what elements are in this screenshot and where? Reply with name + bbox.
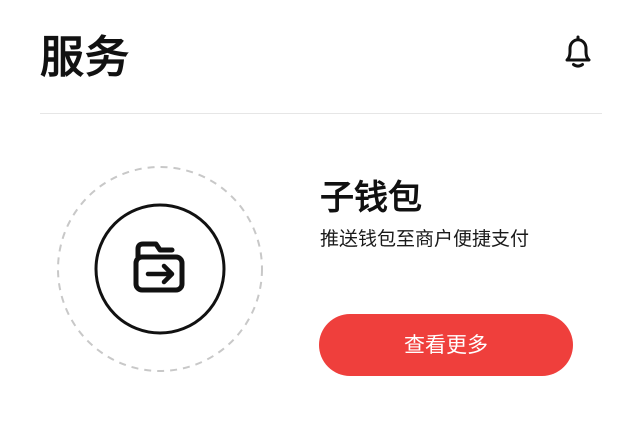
wallet-transfer-icon xyxy=(133,241,185,293)
feature-title: 子钱包 xyxy=(320,178,422,218)
page-title: 服务 xyxy=(40,32,130,83)
header-divider xyxy=(40,113,602,114)
feature-description: 推送钱包至商户便捷支付 xyxy=(320,228,530,250)
wallet-illustration xyxy=(57,166,263,372)
view-more-button[interactable]: 查看更多 xyxy=(319,314,573,376)
bell-icon[interactable] xyxy=(558,32,598,72)
